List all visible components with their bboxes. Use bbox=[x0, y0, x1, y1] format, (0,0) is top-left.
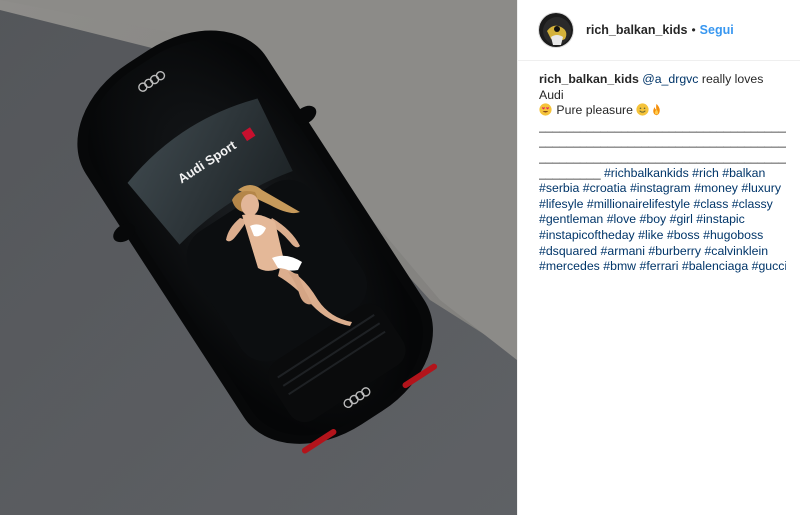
fire-emoji-icon bbox=[653, 104, 661, 116]
avatar[interactable] bbox=[538, 12, 574, 48]
pure-pleasure-text: Pure pleasure bbox=[553, 103, 637, 118]
caption-username[interactable]: rich_balkan_kids bbox=[539, 72, 639, 86]
hashtag[interactable]: #classy bbox=[732, 197, 773, 211]
instagram-post: Audi Sport rich_balkan_kids • Segui rich… bbox=[0, 0, 800, 515]
hashtag[interactable]: #love bbox=[607, 212, 636, 226]
hashtag[interactable]: #mercedes bbox=[539, 259, 600, 273]
hashtag[interactable]: #luxury bbox=[741, 181, 781, 195]
hashtag[interactable]: #burberry bbox=[648, 244, 701, 258]
hashtag[interactable]: #dsquared bbox=[539, 244, 597, 258]
hashtag[interactable]: #instapicoftheday bbox=[539, 228, 635, 242]
hashtag[interactable]: #serbia bbox=[539, 181, 579, 195]
hashtag[interactable]: #lifesyle bbox=[539, 197, 583, 211]
mention-link[interactable]: @a_drgvc bbox=[642, 72, 698, 86]
hashtag-line-7: #mercedes #bmw #ferrari #balenciaga #guc… bbox=[539, 259, 786, 275]
header-username[interactable]: rich_balkan_kids bbox=[586, 23, 687, 37]
hashtag[interactable]: #bmw bbox=[603, 259, 636, 273]
underscore-line-2: ______________________________________ bbox=[539, 134, 786, 149]
hashtag-line-5: #instapicoftheday #like #boss #hugoboss bbox=[539, 228, 786, 244]
hashtag-line-4: #gentleman #love #boy #girl #instapic bbox=[539, 212, 786, 228]
hashtag[interactable]: #millionairelifestyle bbox=[587, 197, 690, 211]
hashtag[interactable]: #money bbox=[694, 181, 738, 195]
hashtag[interactable]: #armani bbox=[601, 244, 645, 258]
hashtag[interactable]: #instapic bbox=[696, 212, 745, 226]
hashtag[interactable]: #hugoboss bbox=[703, 228, 763, 242]
hashtag[interactable]: #gucci bbox=[752, 259, 786, 273]
hashtag[interactable]: #richbalkankids bbox=[604, 166, 689, 180]
underscore-line-1: ______________________________________ bbox=[539, 118, 786, 133]
hashtag[interactable]: #ferrari bbox=[640, 259, 679, 273]
hashtag[interactable]: #balkan bbox=[722, 166, 765, 180]
post-header: rich_balkan_kids • Segui bbox=[518, 0, 800, 61]
smile-emoji-icon bbox=[636, 103, 649, 116]
separator-dot: • bbox=[691, 23, 696, 37]
avatar-image bbox=[539, 13, 573, 47]
hashtag[interactable]: #instagram bbox=[630, 181, 691, 195]
post-side-panel: rich_balkan_kids • Segui rich_balkan_kid… bbox=[517, 0, 800, 515]
hashtag-line-1: _________ #richbalkankids #rich #balkan bbox=[539, 166, 786, 182]
hashtag[interactable]: #boss bbox=[667, 228, 700, 242]
hashtag[interactable]: #gentleman bbox=[539, 212, 603, 226]
hashtag[interactable]: #girl bbox=[670, 212, 693, 226]
car-aerial-photo: Audi Sport bbox=[0, 0, 517, 515]
hashtag-line-6: #dsquared #armani #burberry #calvinklein bbox=[539, 244, 786, 260]
hashtag[interactable]: #balenciaga bbox=[682, 259, 748, 273]
heart-eyes-emoji-icon bbox=[539, 103, 552, 116]
hashtag-line-2: #serbia #croatia #instagram #money #luxu… bbox=[539, 181, 786, 197]
underscore-prefix: _________ bbox=[539, 165, 604, 180]
hashtag-line-3: #lifesyle #millionairelifestyle #class #… bbox=[539, 197, 786, 213]
post-caption: rich_balkan_kids @a_drgvc really loves A… bbox=[518, 61, 800, 275]
follow-button[interactable]: Segui bbox=[700, 23, 734, 37]
hashtag[interactable]: #calvinklein bbox=[704, 244, 768, 258]
post-photo[interactable]: Audi Sport bbox=[0, 0, 517, 515]
hashtag[interactable]: #rich bbox=[692, 166, 719, 180]
hashtag[interactable]: #boy bbox=[640, 212, 667, 226]
hashtag[interactable]: #class bbox=[693, 197, 728, 211]
hashtag[interactable]: #like bbox=[638, 228, 663, 242]
hashtag[interactable]: #croatia bbox=[583, 181, 627, 195]
underscore-line-3: ______________________________________ bbox=[539, 149, 786, 164]
